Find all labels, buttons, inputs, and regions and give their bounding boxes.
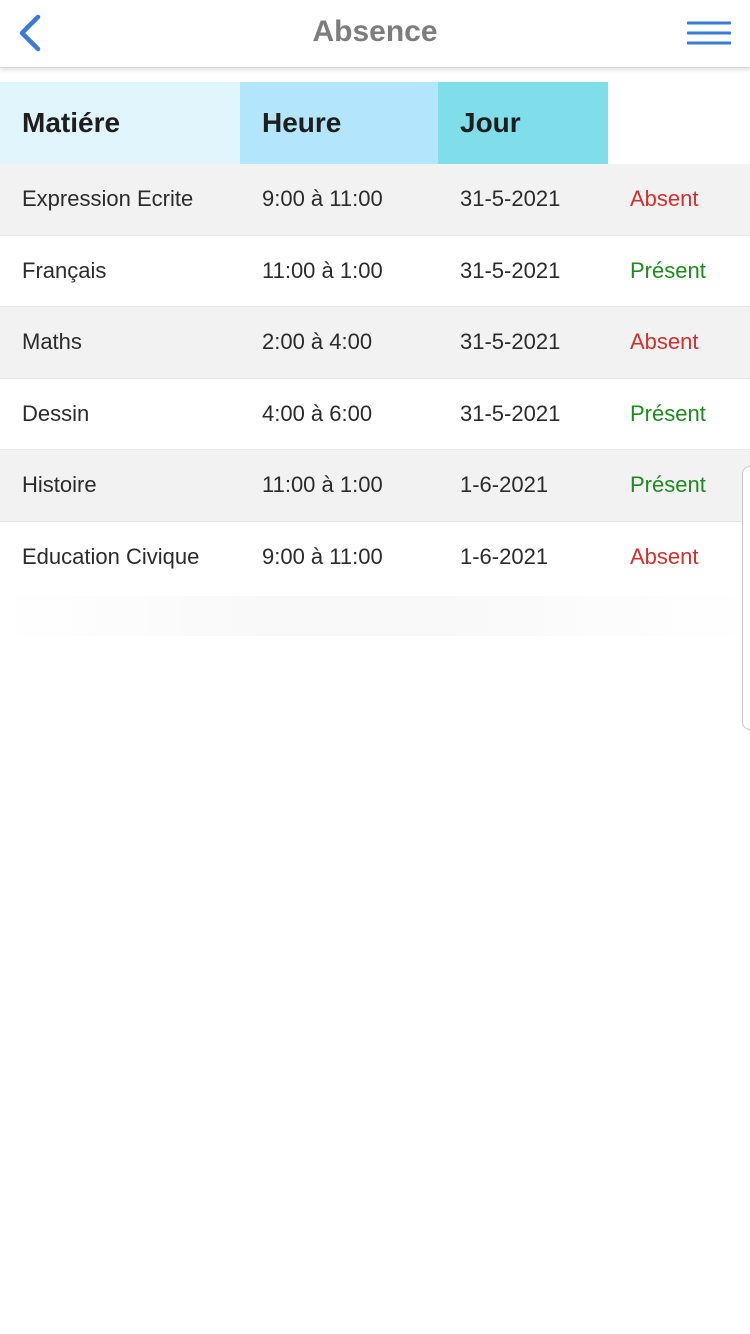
status-badge: Présent <box>630 257 706 283</box>
column-header-status <box>608 82 750 164</box>
cell-subject: Français <box>22 257 107 283</box>
table-header: Matiére Heure Jour <box>0 82 750 164</box>
cell-subject: Dessin <box>22 400 90 426</box>
status-badge: Présent <box>630 472 706 498</box>
status-badge: Présent <box>630 400 706 426</box>
cell-day: 31-5-2021 <box>460 400 561 426</box>
cell-day: 31-5-2021 <box>460 257 561 283</box>
table-row: Français 11:00 à 1:00 31-5-2021 Présent <box>0 235 750 307</box>
cell-day: 31-5-2021 <box>460 329 561 355</box>
table-row: Maths 2:00 à 4:00 31-5-2021 Absent <box>0 307 750 379</box>
cell-day: 31-5-2021 <box>460 186 561 212</box>
cell-time: 9:00 à 11:00 <box>262 186 383 212</box>
cell-time: 11:00 à 1:00 <box>262 257 383 283</box>
table-bottom-shadow <box>0 596 750 636</box>
cell-time: 9:00 à 11:00 <box>262 544 383 570</box>
app-header: Absence <box>0 0 750 68</box>
cell-subject: Expression Ecrite <box>22 186 194 212</box>
side-scroll-handle[interactable] <box>742 466 750 730</box>
cell-day: 1-6-2021 <box>460 472 549 498</box>
chevron-left-icon <box>19 14 41 52</box>
back-button[interactable] <box>10 10 50 56</box>
cell-time: 4:00 à 6:00 <box>262 400 373 426</box>
column-header-day: Jour <box>438 82 608 164</box>
column-header-time: Heure <box>240 82 438 164</box>
status-badge: Absent <box>630 186 699 212</box>
table-row: Expression Ecrite 9:00 à 11:00 31-5-2021… <box>0 164 750 236</box>
absence-table: Matiére Heure Jour Expression Ecrite 9:0… <box>0 82 750 593</box>
column-header-subject: Matiére <box>0 82 240 164</box>
table-row: Education Civique 9:00 à 11:00 1-6-2021 … <box>0 521 750 593</box>
hamburger-menu-icon <box>687 21 731 45</box>
cell-time: 2:00 à 4:00 <box>262 329 373 355</box>
menu-button[interactable] <box>686 16 732 50</box>
cell-time: 11:00 à 1:00 <box>262 472 383 498</box>
status-badge: Absent <box>630 544 699 570</box>
cell-subject: Education Civique <box>22 544 200 570</box>
cell-day: 1-6-2021 <box>460 544 549 570</box>
page-title: Absence <box>312 15 438 48</box>
table-row: Histoire 11:00 à 1:00 1-6-2021 Présent <box>0 450 750 522</box>
cell-subject: Histoire <box>22 472 97 498</box>
table-row: Dessin 4:00 à 6:00 31-5-2021 Présent <box>0 378 750 450</box>
cell-subject: Maths <box>22 329 82 355</box>
status-badge: Absent <box>630 329 699 355</box>
app-screen: Absence Matiére Heure Jour Expression Ec… <box>0 0 750 1334</box>
